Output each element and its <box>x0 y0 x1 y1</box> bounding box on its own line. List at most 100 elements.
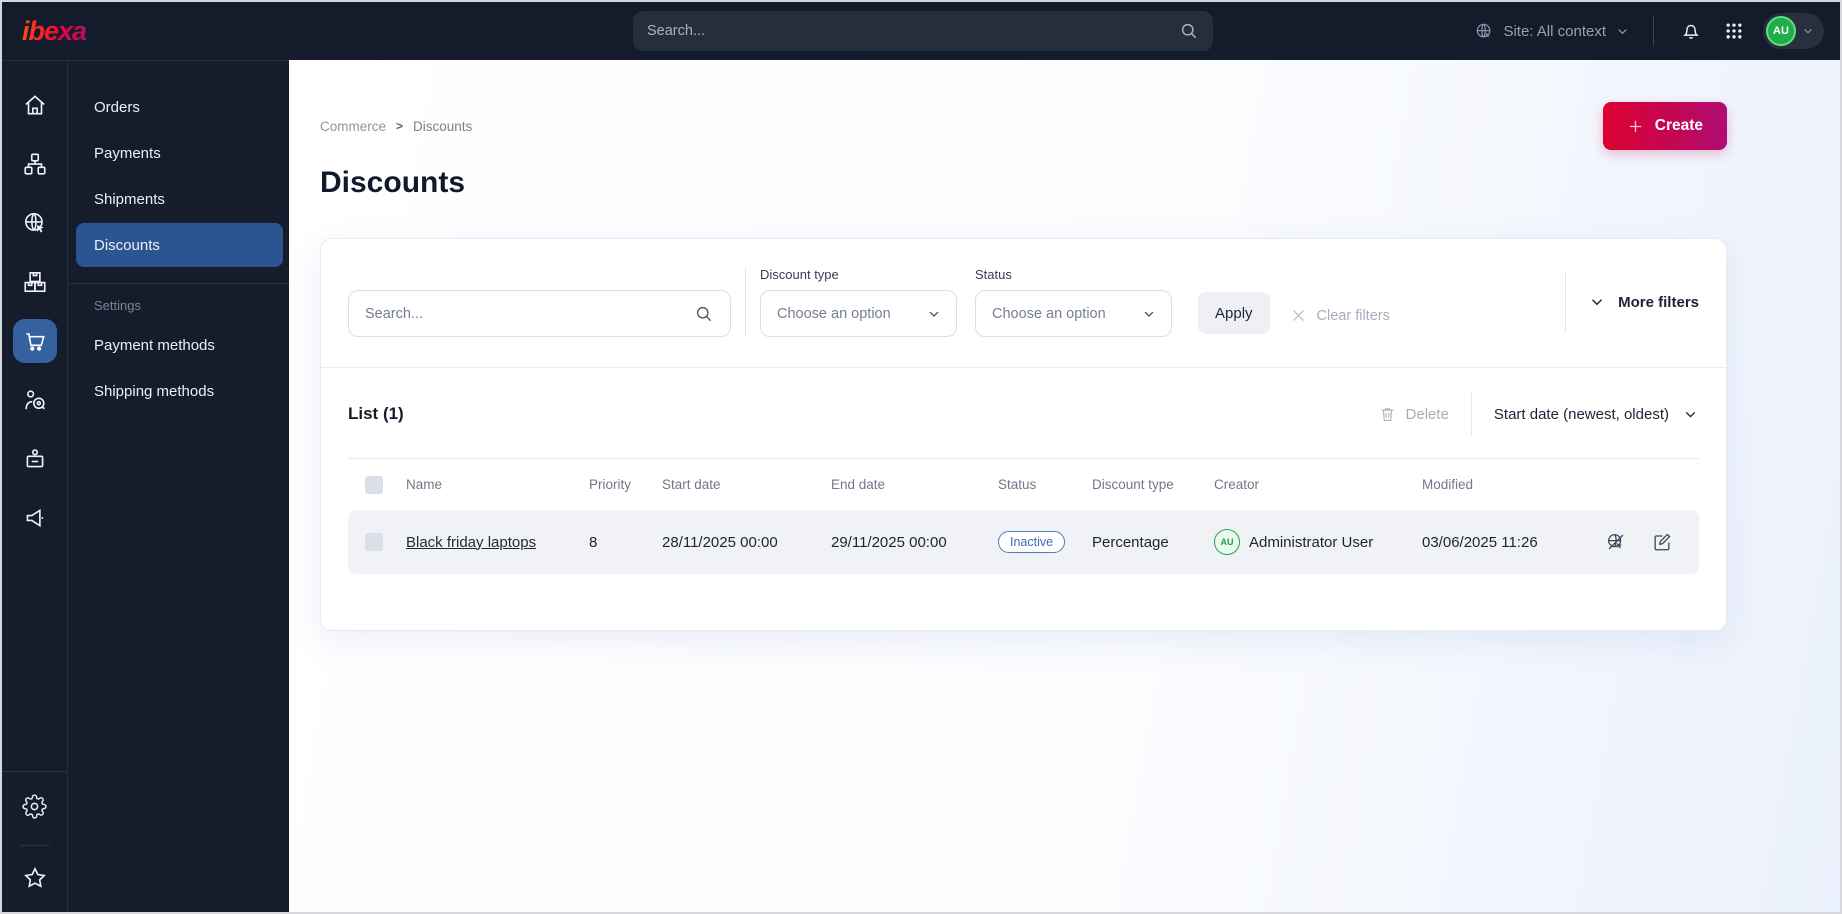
top-bar: ibexa Site: All context <box>2 2 1840 60</box>
breadcrumb-separator: > <box>396 119 404 133</box>
global-search-input[interactable] <box>647 23 1179 39</box>
create-button-label: Create <box>1654 117 1703 134</box>
menu-item-discounts[interactable]: Discounts <box>76 223 283 267</box>
product-boxes-icon <box>22 269 48 295</box>
creator-name: Administrator User <box>1249 533 1374 551</box>
menu-divider <box>68 283 289 284</box>
globe-icon <box>1474 21 1494 41</box>
creator-cell: AU Administrator User <box>1214 529 1422 555</box>
user-badge-icon <box>22 446 48 472</box>
chevron-down-icon <box>1588 293 1606 311</box>
rail-item-commerce[interactable] <box>12 319 57 363</box>
column-header-modified: Modified <box>1422 477 1474 492</box>
end-date-cell: 29/11/2025 00:00 <box>831 533 947 551</box>
grid-dots-icon <box>1724 21 1744 41</box>
rail-item-marketing[interactable] <box>13 496 57 540</box>
list-title: List (1) <box>348 404 404 423</box>
priority-cell: 8 <box>589 533 598 551</box>
customer-target-icon <box>22 387 48 413</box>
user-menu[interactable]: AU <box>1763 13 1824 49</box>
page-title: Discounts <box>320 166 466 199</box>
discount-type-select[interactable]: Choose an option <box>760 290 957 337</box>
status-badge: Inactive <box>998 531 1066 553</box>
menu-item-orders[interactable]: Orders <box>76 85 283 129</box>
list-head-divider <box>1470 392 1472 436</box>
rail-item-admin[interactable] <box>13 784 57 828</box>
rail-item-products[interactable] <box>13 260 57 304</box>
creator-avatar: AU <box>1214 529 1240 555</box>
edit-icon[interactable] <box>1651 531 1673 553</box>
sitemap-icon <box>22 151 48 177</box>
delete-button[interactable]: Delete <box>1378 405 1449 424</box>
status-label: Status <box>975 267 1012 282</box>
home-icon <box>22 92 48 118</box>
menu-item-shipments[interactable]: Shipments <box>76 177 283 221</box>
chevron-down-icon <box>926 306 942 322</box>
table-header: Name Priority Start date End date Status… <box>348 458 1699 510</box>
apply-button[interactable]: Apply <box>1198 292 1270 334</box>
rail-item-bookmarks[interactable] <box>13 856 57 900</box>
sort-label: Start date (newest, oldest) <box>1493 405 1669 423</box>
gear-icon <box>22 793 47 819</box>
column-header-creator: Creator <box>1214 477 1260 492</box>
status-value: Choose an option <box>992 305 1106 322</box>
create-button[interactable]: Create <box>1602 102 1727 150</box>
icon-rail <box>2 60 68 912</box>
list-section: List (1) Delete Start date (newest, olde… <box>321 368 1726 630</box>
rail-item-corporate[interactable] <box>13 437 57 481</box>
list-search[interactable] <box>348 290 731 337</box>
trash-icon <box>1378 405 1397 424</box>
avatar: AU <box>1766 16 1796 46</box>
filters-bar: Discount type Choose an option Status Ch… <box>321 239 1726 368</box>
search-icon[interactable] <box>694 304 714 324</box>
sort-dropdown[interactable]: Start date (newest, oldest) <box>1494 406 1699 423</box>
shopping-cart-icon <box>22 328 48 354</box>
rail-divider <box>19 845 50 846</box>
menu-item-payment-methods[interactable]: Payment methods <box>76 323 283 367</box>
breadcrumb-commerce[interactable]: Commerce <box>320 119 386 134</box>
discount-type-cell: Percentage <box>1092 533 1169 551</box>
select-all-checkbox[interactable] <box>365 475 383 494</box>
close-icon <box>1290 307 1307 324</box>
menu-section-settings: Settings <box>94 298 141 313</box>
clear-filters-button[interactable]: Clear filters <box>1290 307 1390 324</box>
commerce-menu-panel: Orders Payments Shipments Discounts Sett… <box>68 60 289 912</box>
breadcrumb-discounts: Discounts <box>413 118 473 134</box>
table-row: Black friday laptops 8 28/11/2025 00:00 … <box>348 510 1699 574</box>
chevron-down-icon <box>1141 306 1157 322</box>
menu-item-shipping-methods[interactable]: Shipping methods <box>76 369 283 413</box>
start-date-cell: 28/11/2025 00:00 <box>662 533 778 551</box>
more-filters-label: More filters <box>1618 293 1699 311</box>
rail-item-content[interactable] <box>13 142 57 186</box>
site-context-switcher[interactable]: Site: All context <box>1474 21 1630 41</box>
rail-item-customers[interactable] <box>13 378 57 422</box>
column-header-discount-type: Discount type <box>1092 477 1174 492</box>
column-header-name: Name <box>406 477 443 492</box>
rail-bottom-group <box>2 771 67 912</box>
row-checkbox[interactable] <box>365 533 383 551</box>
globe-cursor-icon <box>22 210 48 236</box>
clear-filters-label: Clear filters <box>1316 307 1390 324</box>
status-select[interactable]: Choose an option <box>975 290 1172 337</box>
deactivate-icon[interactable] <box>1605 531 1627 553</box>
filters-divider <box>745 267 746 337</box>
discounts-card: Discount type Choose an option Status Ch… <box>320 238 1727 631</box>
plus-icon <box>1627 118 1644 135</box>
app-window: ibexa Site: All context <box>0 0 1842 914</box>
notifications-button[interactable] <box>1677 17 1705 45</box>
app-grid-button[interactable] <box>1720 17 1748 45</box>
discount-name-link[interactable]: Black friday laptops <box>406 534 536 551</box>
breadcrumb: Commerce > Discounts <box>320 119 472 134</box>
menu-item-payments[interactable]: Payments <box>76 131 283 175</box>
site-context-label: Site: All context <box>1503 22 1606 40</box>
megaphone-icon <box>22 505 48 531</box>
list-search-input[interactable] <box>365 305 694 322</box>
column-header-priority: Priority <box>589 477 632 492</box>
search-icon[interactable] <box>1179 21 1199 41</box>
column-header-end-date: End date <box>831 477 886 492</box>
rail-item-site[interactable] <box>13 201 57 245</box>
more-filters-button[interactable]: More filters <box>1565 272 1699 332</box>
global-search[interactable] <box>633 11 1213 51</box>
ibexa-logo: ibexa <box>22 16 92 47</box>
rail-item-dashboard[interactable] <box>13 83 57 127</box>
